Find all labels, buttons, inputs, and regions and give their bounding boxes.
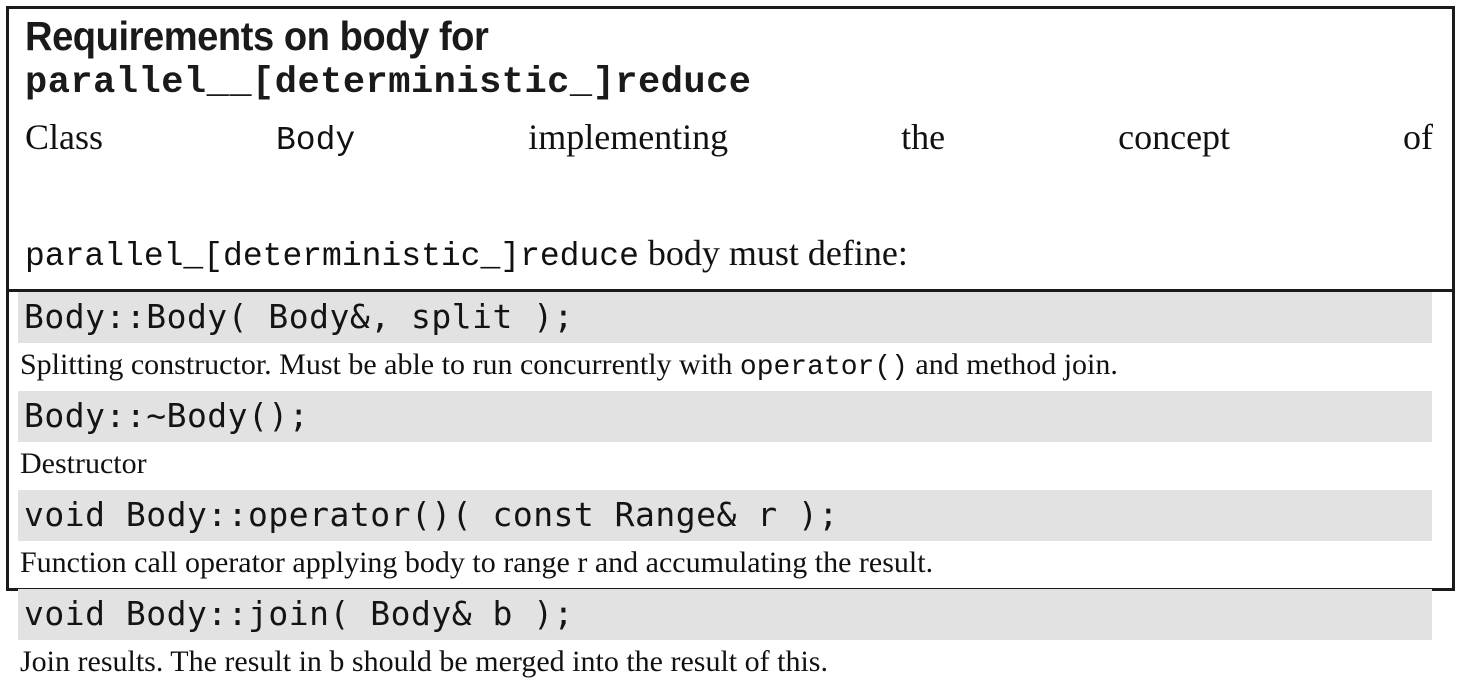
signature-row: void Body::operator()( const Range& r ); [18,490,1432,541]
signature-row: Body::Body( Body&, split ); [18,292,1432,343]
description-text-pre: Splitting constructor. Must be able to r… [20,348,740,381]
description-text-post: and method join. [907,348,1118,381]
signature-row: Body::~Body(); [18,391,1432,442]
description-text-pre: Destructor [20,447,147,480]
requirements-figure: Requirements on body for parallel__[dete… [6,6,1455,678]
requirements-rows: Body::Body( Body&, split ); Splitting co… [9,292,1452,688]
figure-intro-paragraph: Class Body implementing the concept of p… [25,109,1433,285]
signature-row: void Body::join( Body& b ); [18,589,1432,640]
intro-code-parallel-reduce: parallel_[deterministic_]reduce [25,238,639,275]
intro-code-body: Body [276,122,356,159]
description-row: Destructor [18,442,1438,490]
figure-title-line-2: parallel__[deterministic_]reduce [25,62,752,104]
intro-text-of: of [1403,117,1434,157]
intro-text-implementing: implementing [528,117,729,157]
description-code: operator() [739,352,908,383]
intro-text-body-must-define: body must define: [647,233,908,273]
description-row: Function call operator applying body to … [18,541,1438,589]
description-text-pre: Join results. The result in b should be … [20,645,828,678]
intro-text-concept: concept [1118,117,1231,157]
description-text-pre: Function call operator applying body to … [20,546,934,579]
description-row: Splitting constructor. Must be able to r… [18,343,1438,391]
figure-title-line-1: Requirements on body for [25,13,489,59]
intro-text-the: the [901,117,946,157]
description-row: Join results. The result in b should be … [18,640,1438,688]
intro-text-class: Class [25,117,104,157]
figure-header: Requirements on body for parallel__[dete… [9,9,1452,292]
